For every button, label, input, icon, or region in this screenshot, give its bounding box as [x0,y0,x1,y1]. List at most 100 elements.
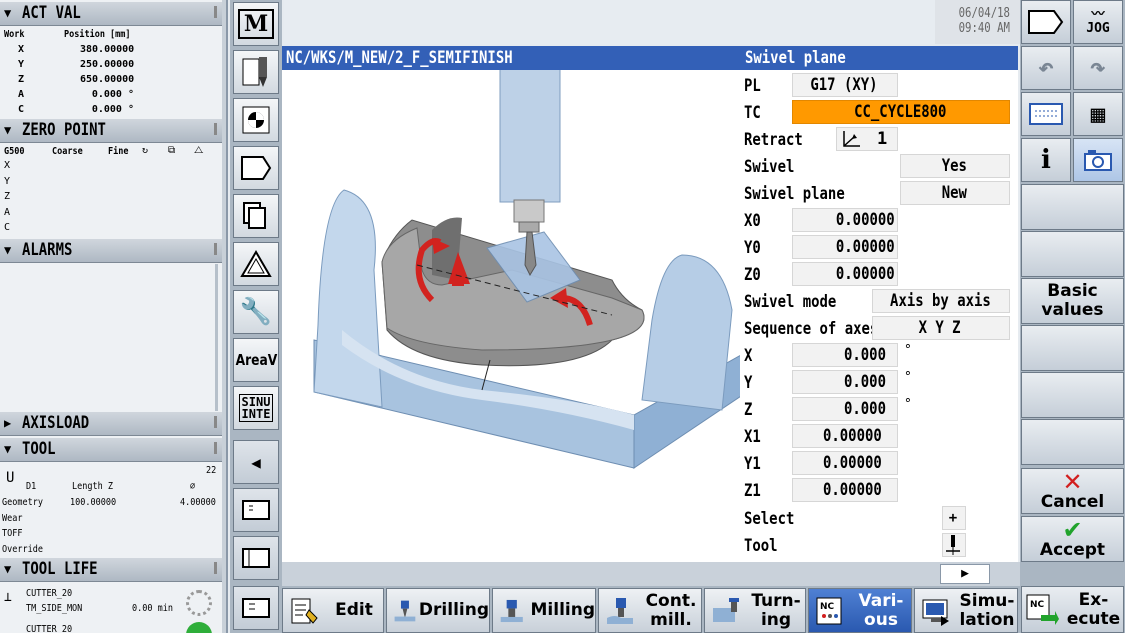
nc-execute-icon: NC [1026,594,1059,625]
execute-line2: ecute [1066,608,1121,629]
calculator-softkey[interactable]: ▦ [1073,92,1123,136]
tc-value: CC_CYCLE800 [853,102,947,122]
select-field[interactable]: + [942,506,966,530]
sequence-field[interactable]: X Y Z [872,316,1010,340]
contour-milling-softkey[interactable]: Cont. mill. [598,588,702,633]
jog-softkey[interactable]: 〰 JOG [1073,0,1123,44]
z0-field[interactable]: 0.00000 [792,262,898,286]
back-button[interactable]: ◀ [233,440,279,484]
sinumerik-icon: SINU INTE [239,394,273,422]
camera-icon [1084,150,1112,171]
redo-softkey[interactable]: ↷ [1073,46,1123,90]
scroll-right-button[interactable]: ▶ [940,564,990,584]
x1-field[interactable]: 0.00000 [792,424,898,448]
info-softkey[interactable]: i [1021,138,1071,182]
z1-field[interactable]: 0.00000 [792,478,898,502]
swivel-mode-field[interactable]: Axis by axis [872,289,1010,313]
x-angle-value: 0.000 [843,345,886,365]
zero-frame: G500 [4,146,25,157]
swivel-field[interactable]: Yes [900,154,1010,178]
softkey-empty-4[interactable] [1021,372,1124,418]
y1-field[interactable]: 0.00000 [792,451,898,475]
pin-icon [214,123,217,135]
window-icon [242,548,270,568]
degree-unit: ° [904,397,912,412]
edit-softkey[interactable]: Edit [282,588,384,633]
alarms-header[interactable]: ▼ ALARMS [0,239,222,263]
screenshot-softkey[interactable] [1073,138,1123,182]
vertical-softkeys: 〰 JOG ↶ ↷ ▦ i Basic values ✕ Cancel ✔ Ac… [1020,0,1125,633]
undo-icon: ↶ [1038,52,1054,83]
retract-value: 1 [877,129,888,149]
tool-header[interactable]: ▼ TOOL [0,438,222,462]
red-x-icon: ✕ [1062,467,1083,496]
swivel-plane-field[interactable]: New [900,181,1010,205]
accept-button[interactable]: ✔ Accept [1021,516,1124,562]
simulation-icon [922,599,949,626]
various-softkey[interactable]: NC Vari-ous [808,588,912,633]
edit-pencil-icon [291,598,318,624]
pages-button[interactable] [233,194,279,238]
triangle-left-icon: ◀ [251,452,261,472]
pin-icon [214,442,217,454]
axisload-header[interactable]: ▶ AXISLOAD [0,412,222,436]
program-manager-button[interactable] [233,146,279,190]
date-text: 06/04/18 [959,6,1011,21]
y-angle-field[interactable]: 0.000 [792,370,898,394]
tc-label: TC [744,103,761,123]
pl-value: G17 (XY) [810,75,878,95]
top-header-area [284,0,935,44]
pl-field[interactable]: G17 (XY) [792,73,898,97]
undo-softkey[interactable]: ↶ [1021,46,1071,90]
turning-softkey[interactable]: Turn-ing [704,588,806,633]
zero-point-axis: X [4,160,11,171]
tc-field[interactable]: CC_CYCLE800 [792,100,1010,124]
zero-point-header[interactable]: ▼ ZERO POINT [0,119,222,143]
act-val-header[interactable]: ▼ ACT VAL [0,2,222,26]
program-path: NC/WKS/M_NEW/2_F_SEMIFINISH [286,48,513,68]
window-icon [242,598,270,618]
redo-icon: ↷ [1090,52,1106,83]
y0-field[interactable]: 0.00000 [792,235,898,259]
setup-button[interactable]: 🔧 [233,290,279,334]
x-angle-field[interactable]: 0.000 [792,343,898,367]
keyboard-softkey[interactable] [1021,92,1071,136]
datetime-display: 06/04/18 09:40 AM [935,0,1020,44]
y-angle-label: Y [744,373,753,393]
diagnostics-button[interactable] [233,242,279,286]
drilling-softkey[interactable]: Drilling [386,588,490,633]
window-button-3[interactable] [233,586,279,630]
x0-field[interactable]: 0.00000 [792,208,898,232]
act-val-axis: Y [18,59,25,70]
window-button-1[interactable] [233,488,279,532]
area-button[interactable]: AreaV [233,338,279,382]
cancel-button[interactable]: ✕ Cancel [1021,468,1124,514]
simulation-softkey[interactable]: Simu-lation [914,588,1018,633]
softkey-empty-1[interactable] [1021,184,1124,230]
simulation-line1: Simu- [959,590,1015,611]
tool-number: 22 [206,465,217,476]
offset-button[interactable] [233,98,279,142]
program-button[interactable] [233,50,279,94]
act-val-axis: A [18,89,25,100]
sinumerik-integrate-button[interactable]: SINU INTE [233,386,279,430]
alarms-title: ALARMS [22,240,73,260]
simulation-line2: lation [959,609,1015,630]
execute-softkey[interactable]: NC Ex-ecute [1021,586,1124,633]
milling-cutter-icon [500,599,523,622]
milling-softkey[interactable]: Milling [492,588,596,633]
basic-values-softkey[interactable]: Basic values [1021,278,1124,324]
window-button-2[interactable] [233,536,279,580]
retract-field[interactable]: 1 [836,127,898,151]
program-softkey[interactable] [1021,0,1071,44]
softkey-empty-3[interactable] [1021,325,1124,371]
softkey-empty-2[interactable] [1021,231,1124,277]
softkey-empty-5[interactable] [1021,419,1124,465]
tool-field[interactable] [942,533,966,557]
left-scrollbar[interactable] [222,0,226,633]
machine-area-button[interactable]: M [233,2,279,46]
tool-life-name-2: CUTTER_20 [26,624,73,633]
pin-icon [214,416,217,428]
tool-life-header[interactable]: ▼ TOOL LIFE [0,558,222,582]
z-angle-field[interactable]: 0.000 [792,397,898,421]
